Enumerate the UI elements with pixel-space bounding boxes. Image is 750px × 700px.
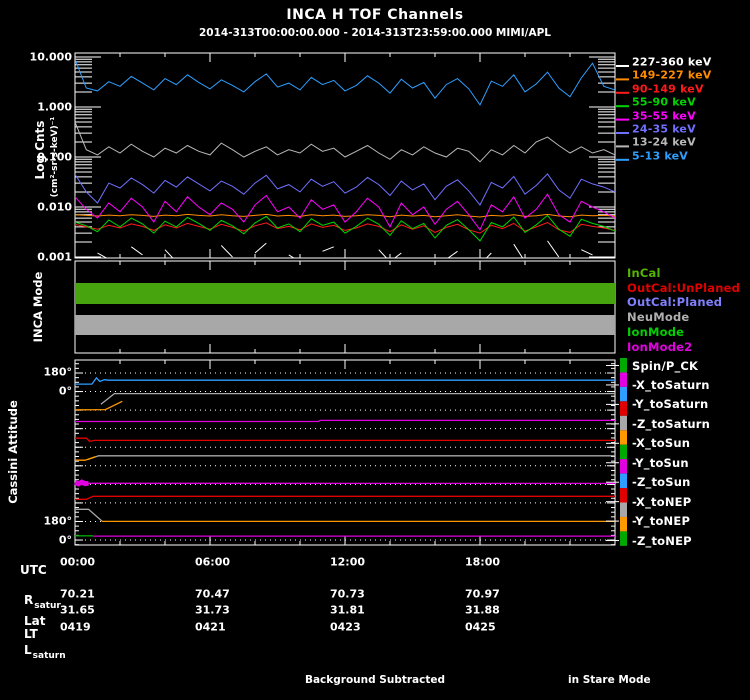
attitude-trace--X_toSaturn [101, 394, 615, 405]
tof-legend-149-227 keV: 149-227 keV [632, 69, 712, 82]
tof-trace-90-149keV [75, 223, 615, 234]
attitude-ytick-1: 0° [4, 385, 72, 398]
plot-page: { "page": { "title": "INCA H TOF Channel… [0, 0, 750, 700]
mode-bar-IonMode [75, 283, 615, 304]
footer-note-right: in Stare Mode [568, 674, 651, 686]
tof-legend-24-35 keV: 24-35 keV [632, 123, 696, 136]
tof-legend-5-13 keV: 5-13 keV [632, 149, 688, 162]
eph-Lat-val-1: 31.73 [195, 604, 230, 617]
tof-trace-24-35keV [75, 174, 615, 205]
tof-trace-149-227keV [75, 214, 615, 217]
tof-trace-5-13keV [75, 59, 615, 105]
attitude-trace--Y_toSun [87, 456, 615, 460]
tof-ytick-0.100: 0.100 [4, 151, 72, 164]
attitude-legend--X_toSun: -X_toSun [632, 436, 690, 450]
tof-legend-90-149 keV: 90-149 keV [632, 82, 704, 95]
attitude-traces [75, 378, 615, 536]
tof-trace-35-55keV [75, 194, 615, 230]
tof-ytick-0.001: 0.001 [4, 251, 72, 264]
tof-legend-55-90 keV: 55-90 keV [632, 96, 696, 109]
tof-series [75, 59, 615, 264]
eph-Lat-val-2: 31.81 [330, 604, 365, 617]
mode-bar-NeuMode [75, 315, 615, 335]
inca-mode-bars [75, 283, 615, 335]
chart-title: INCA H TOF Channels [0, 7, 750, 23]
attitude-gridlines [75, 373, 615, 540]
mode-legend-IonMode2: IonMode2 [627, 340, 692, 354]
attitude-legend--Z_toSun: -Z_toSun [632, 475, 691, 489]
eph-row-sublabel-satur: satur [34, 601, 61, 611]
utc-row-label: UTC [20, 563, 47, 577]
utc-tick-18:00: 18:00 [465, 556, 500, 569]
mode-legend-OutCal:UnPlaned: OutCal:UnPlaned [627, 281, 740, 295]
attitude-legend--Z_toSaturn: -Z_toSaturn [632, 417, 710, 431]
attitude-legend-Spin/P_CK: Spin/P_CK [632, 359, 698, 373]
attitude-ytick-0: 180° [4, 366, 72, 379]
eph-LT-val-0: 0419 [60, 621, 91, 634]
eph-R-val-1: 70.47 [195, 588, 230, 601]
attitude-legend--Y_toSaturn: -Y_toSaturn [632, 397, 708, 411]
eph-row-label-LT: LT [24, 627, 38, 641]
attitude-trace--Y_toSaturn [75, 401, 122, 410]
mode-y-axis-title: INCA Mode [31, 272, 45, 343]
eph-row-sublabel-saturn: saturn [33, 651, 66, 661]
attitude-trace-thick--Z_toSun [75, 482, 89, 484]
mode-legend-IonMode: IonMode [627, 325, 684, 339]
chart-subtitle: 2014-313T00:00:00.000 - 2014-313T23:59:0… [0, 27, 750, 39]
attitude-y-axis-title: Cassini Attitude [6, 400, 20, 504]
inca-tof-figure: INCA H TOF Channels 2014-313T00:00:00.00… [0, 0, 750, 700]
mode-legend-InCal: InCal [627, 266, 661, 280]
eph-row-label-Lat: Lat [24, 614, 45, 628]
tof-legend-227-360 keV: 227-360 keV [632, 56, 712, 69]
attitude-legend--X_toNEP: -X_toNEP [632, 495, 691, 509]
eph-R-val-2: 70.73 [330, 588, 365, 601]
eph-Lat-val-3: 31.88 [465, 604, 500, 617]
attitude-legend--X_toSaturn: -X_toSaturn [632, 378, 710, 392]
mode-legend-NeuMode: NeuMode [627, 310, 689, 324]
attitude-trace--X_toNEP [75, 496, 615, 499]
tof-legend-13-24 keV: 13-24 keV [632, 136, 696, 149]
tof-trace-13-24keV [75, 122, 615, 162]
eph-LT-val-2: 0423 [330, 621, 361, 634]
eph-row-label-R: Rsatur [24, 593, 60, 607]
attitude-trace--Y_toNEP-start [75, 509, 102, 521]
attitude-trace--X_toSun [75, 438, 615, 441]
attitude-legend--Y_toSun: -Y_toSun [632, 456, 689, 470]
utc-tick-00:00: 00:00 [60, 556, 95, 569]
eph-R-val-0: 70.21 [60, 588, 95, 601]
mode-legend-OutCal:Planed: OutCal:Planed [627, 295, 722, 309]
attitude-legend--Y_toNEP: -Y_toNEP [632, 514, 690, 528]
eph-row-label-L: Lsaturn [24, 643, 65, 657]
attitude-legend--Z_toNEP: -Z_toNEP [632, 534, 692, 548]
utc-tick-12:00: 12:00 [330, 556, 365, 569]
attitude-trace--Z_toSun [75, 482, 615, 484]
utc-tick-06:00: 06:00 [195, 556, 230, 569]
tof-legend-35-55 keV: 35-55 keV [632, 109, 696, 122]
tof-ytick-10.000: 10.000 [4, 51, 72, 64]
legend-marks [606, 66, 629, 546]
eph-LT-val-3: 0425 [465, 621, 496, 634]
tof-ytick-0.010: 0.010 [4, 201, 72, 214]
eph-R-val-3: 70.97 [465, 588, 500, 601]
attitude-trace-Spin/P_CK [75, 378, 615, 384]
eph-LT-val-1: 0421 [195, 621, 226, 634]
tof-ytick-1.000: 1.000 [4, 101, 72, 114]
eph-Lat-val-0: 31.65 [60, 604, 95, 617]
attitude-ytick-2: 180° [4, 515, 72, 528]
attitude-trace--Z_toSaturn [75, 420, 615, 421]
attitude-ytick-3: 0° [4, 534, 72, 547]
